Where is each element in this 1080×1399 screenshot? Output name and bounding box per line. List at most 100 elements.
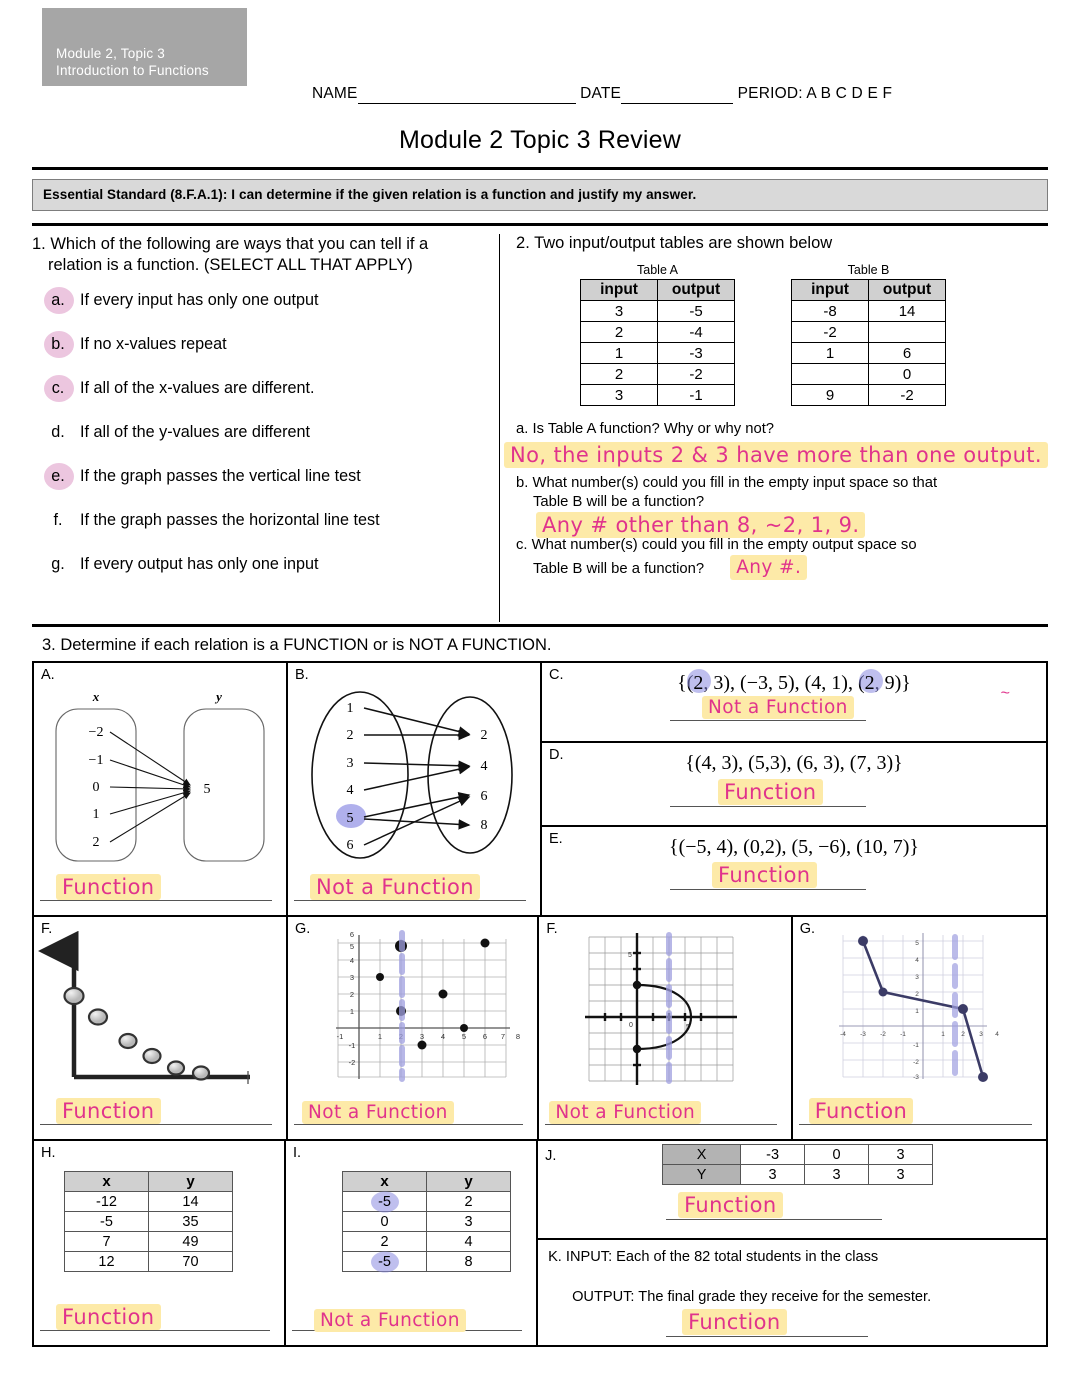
q1-option-c[interactable]: c. If all of the x-values are different. (32, 374, 485, 423)
q2-part-c-line2: Table B will be a function? Any #. (516, 554, 1048, 581)
panel-J: J. X -3 0 3 Y 3 3 3 Function (538, 1144, 1046, 1240)
q1-option-e-marker: e. (32, 462, 74, 490)
panel-G2-answer-line[interactable] (798, 1124, 1032, 1125)
page-header: Module 2, Topic 3 Introduction to Functi… (32, 0, 1048, 120)
cell: -3 (657, 342, 736, 364)
panel-I-answer: Not a Function (314, 1309, 466, 1332)
panel-K-answer-wrap: Function (682, 1309, 787, 1335)
svg-text:3: 3 (350, 973, 354, 982)
q1-option-f-marker: f. (53, 510, 63, 529)
panel-J-answer-line[interactable] (666, 1219, 882, 1220)
cell: -4 (657, 321, 736, 343)
svg-text:2: 2 (347, 728, 354, 743)
panel-F2-answer-wrap: Not a Function (549, 1101, 702, 1124)
cell-empty[interactable] (791, 363, 870, 385)
q2-answer-c: Any #. (730, 554, 808, 581)
question-3-grid: A. x y −2 −1 0 1 2 5 Function B. 1 2 3 4… (32, 661, 1048, 1347)
panel-D-answer-line[interactable] (670, 806, 866, 807)
name-date-period-row: NAME DATE PERIOD: A B C D E F (312, 85, 892, 104)
question-2-tables: Table A input output 3 -5 2 -4 1 -3 2 -2 3 -1 (580, 263, 1048, 406)
q1-option-a[interactable]: a. If every input has only one output (32, 286, 485, 335)
panel-H-table-wrap: x y -12 14 -5 35 7 49 12 70 (64, 1171, 284, 1272)
q1-option-d[interactable]: d. If all of the y-values are different (32, 423, 485, 467)
table-a-unit: Table A input output 3 -5 2 -4 1 -3 2 -2 3 -1 (580, 263, 736, 406)
q1-option-b[interactable]: b. If no x-values repeat (32, 330, 485, 379)
panel-B-answer: Not a Function (310, 874, 480, 900)
cell: 6 (868, 342, 947, 364)
svg-text:−2: −2 (89, 725, 104, 740)
svg-text:-1: -1 (349, 1041, 356, 1050)
panel-C-answer-line[interactable] (670, 720, 866, 721)
stray-pen-mark: ~ (1000, 685, 1010, 702)
cell-circled: -5 (342, 1191, 428, 1212)
cell: 3 (580, 384, 659, 406)
panel-B: B. 1 2 3 4 5 6 2 4 6 8 Not a Function (288, 663, 542, 915)
cell: 7 (64, 1231, 149, 1252)
cell: 3 (804, 1164, 870, 1185)
cell: -2 (657, 363, 736, 385)
table-a-col-output: output (657, 279, 736, 301)
panel-G1-answer: Not a Function (302, 1101, 454, 1124)
q1-option-g-marker: g. (51, 554, 65, 573)
panel-G1-answer-wrap: Not a Function (302, 1101, 454, 1124)
panel-K-answer-line[interactable] (666, 1336, 868, 1337)
cell: 14 (868, 300, 947, 322)
module-topic-box: Module 2, Topic 3 Introduction to Functi… (42, 8, 247, 86)
svg-text:-1: -1 (913, 1042, 919, 1049)
panel-E-answer-line[interactable] (670, 889, 866, 890)
cell: -5 (64, 1211, 149, 1232)
cell: 2 (580, 363, 659, 385)
panel-G1-answer-line[interactable] (294, 1124, 524, 1125)
svg-text:-1: -1 (900, 1031, 906, 1038)
q1-prompt-line1: 1. Which of the following are ways that … (32, 235, 429, 253)
svg-text:4: 4 (347, 783, 354, 798)
svg-text:-3: -3 (860, 1031, 866, 1038)
panel-H-table: x y -12 14 -5 35 7 49 12 70 (64, 1171, 233, 1272)
q1-option-f-text: If the graph passes the horizontal line … (80, 510, 380, 529)
panel-B-answer-wrap: Not a Function (310, 874, 480, 900)
svg-text:2: 2 (481, 728, 488, 743)
panel-F2-answer-line[interactable] (545, 1124, 777, 1125)
svg-text:-2: -2 (349, 1058, 356, 1067)
date-blank[interactable] (621, 85, 734, 104)
question-3-rule (32, 624, 1048, 627)
svg-text:1: 1 (915, 1008, 919, 1015)
panel-E-answer: Function (712, 862, 817, 888)
panel-G1: G. -1 1 3 4 5 6 7 8 -2 -1 1 2 3 4 5 6 No… (288, 917, 540, 1139)
cell: -3 (740, 1144, 806, 1165)
table-row: -5 35 (64, 1211, 233, 1232)
panel-B-answer-line[interactable] (294, 900, 526, 901)
panel-A-label: A. (41, 667, 55, 683)
panel-F2-label: F. (546, 921, 558, 937)
question-3-prompt: 3. Determine if each relation is a FUNCT… (42, 636, 552, 654)
q1-option-e[interactable]: e. If the graph passes the vertical line… (32, 462, 485, 511)
q2-part-c-line1: c. What number(s) could you fill in the … (516, 536, 917, 553)
svg-text:-2: -2 (913, 1059, 919, 1066)
col-x: x (342, 1171, 428, 1192)
svg-text:1: 1 (378, 1032, 382, 1041)
cell: 3 (868, 1164, 934, 1185)
cell: 3 (426, 1211, 512, 1232)
svg-text:2: 2 (915, 991, 919, 998)
panel-F1-answer-line[interactable] (40, 1124, 272, 1125)
q2-answer-b-wrap: Any # other than 8, ~2, 1, 9. (536, 511, 1048, 538)
q1-option-f[interactable]: f. If the graph passes the horizontal li… (32, 511, 485, 555)
question-2a: a. Is Table A function? Why or why not? (516, 420, 1048, 439)
panel-A-answer-line[interactable] (40, 900, 272, 901)
panel-H-answer-line[interactable] (40, 1330, 271, 1331)
name-blank[interactable] (357, 85, 576, 104)
cell-circled: -5 (342, 1251, 428, 1272)
svg-text:1: 1 (350, 1007, 354, 1016)
table-b-unit: Table B input output -8 14 -2 16 0 9 -2 (791, 263, 947, 406)
cell-empty[interactable] (868, 321, 947, 343)
q1-option-g[interactable]: g. If every output has only one input (32, 555, 485, 599)
cell: -12 (64, 1191, 149, 1212)
panel-J-label: J. (545, 1148, 557, 1164)
table-row: 16 (791, 342, 947, 364)
q3-row-2: F. Function G. -1 1 3 4 5 6 7 8 -2 -1 1 … (34, 917, 1046, 1141)
table-row: -2 (791, 321, 947, 343)
q1-option-b-text: If no x-values repeat (80, 334, 227, 353)
panel-D-label: D. (549, 747, 564, 763)
cell: -8 (791, 300, 870, 322)
table-row: 2 -4 (580, 321, 736, 343)
